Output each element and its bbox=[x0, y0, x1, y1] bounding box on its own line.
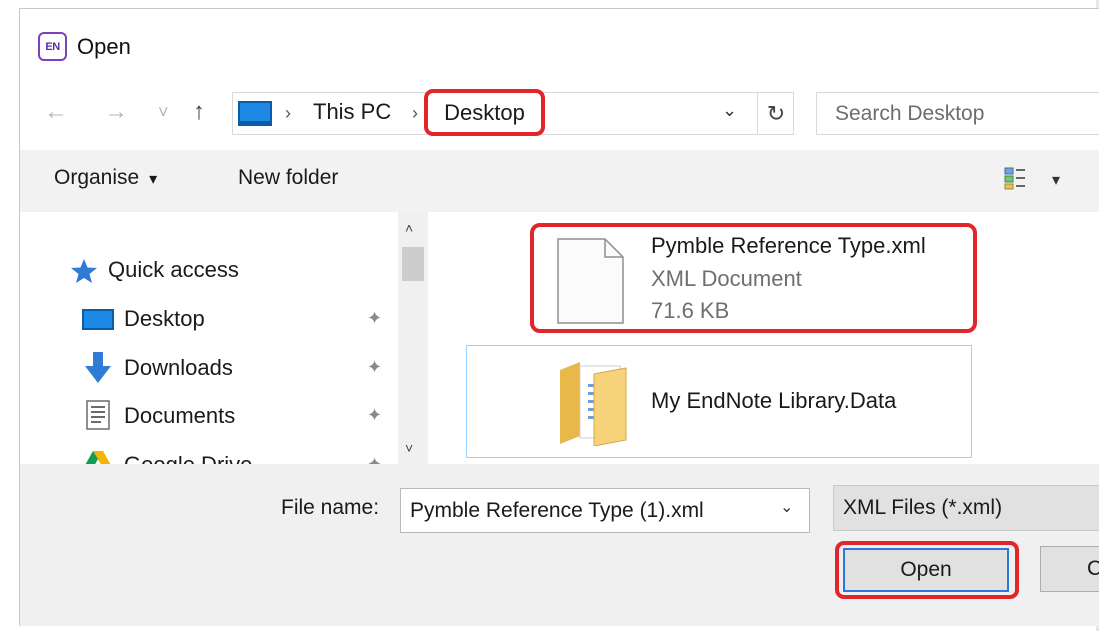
desktop-icon bbox=[82, 309, 114, 330]
folder-name: My EndNote Library.Data bbox=[651, 388, 897, 413]
breadcrumb-desktop[interactable]: Desktop bbox=[424, 89, 545, 136]
recent-locations-icon[interactable]: ˅ bbox=[158, 98, 169, 126]
command-bar bbox=[20, 150, 1099, 212]
this-pc-icon bbox=[238, 101, 272, 126]
navigation-pane[interactable]: Quick access Desktop ✦ Downloads ✦ Docum… bbox=[20, 212, 398, 464]
cancel-button[interactable]: Cancel bbox=[1040, 546, 1099, 592]
documents-icon bbox=[86, 400, 110, 430]
sidebar-item-quick-access[interactable]: Quick access bbox=[108, 257, 239, 283]
file-name: Pymble Reference Type.xml bbox=[651, 233, 926, 258]
pin-icon[interactable]: ✦ bbox=[367, 454, 382, 464]
sidebar-item-downloads[interactable]: Downloads bbox=[124, 355, 233, 381]
organise-label: Organise bbox=[54, 166, 140, 189]
view-dropdown-icon[interactable]: ▾ bbox=[1052, 170, 1060, 190]
forward-arrow-icon[interactable]: → bbox=[104, 98, 128, 126]
star-icon bbox=[71, 259, 97, 283]
breadcrumb-this-pc[interactable]: This PC bbox=[313, 99, 391, 125]
file-name-dropdown-icon[interactable]: ⌄ bbox=[780, 497, 793, 517]
document-icon bbox=[557, 238, 624, 324]
download-icon bbox=[85, 352, 111, 383]
breadcrumb-desktop-label: Desktop bbox=[444, 99, 525, 125]
open-button[interactable]: Open bbox=[843, 548, 1009, 592]
breadcrumb-separator: › bbox=[412, 103, 418, 123]
endnote-app-icon: EN bbox=[38, 32, 67, 61]
address-dropdown-icon[interactable]: ⌄ bbox=[722, 100, 737, 121]
nav-scroll-thumb[interactable] bbox=[402, 247, 424, 281]
refresh-icon: ↻ bbox=[766, 100, 786, 126]
pin-icon[interactable]: ✦ bbox=[367, 405, 382, 426]
breadcrumb-separator: › bbox=[285, 103, 291, 123]
new-folder-button[interactable]: New folder bbox=[238, 166, 338, 190]
sidebar-item-desktop[interactable]: Desktop bbox=[124, 306, 205, 332]
refresh-button[interactable]: ↻ bbox=[757, 93, 794, 134]
file-size: 71.6 KB bbox=[651, 298, 730, 323]
organise-button[interactable]: Organise ▾ bbox=[54, 166, 157, 190]
file-type: XML Document bbox=[651, 266, 802, 291]
organise-caret-icon: ▾ bbox=[149, 171, 158, 188]
window-title: Open bbox=[77, 34, 131, 59]
back-arrow-icon[interactable]: ← bbox=[44, 98, 68, 126]
google-drive-icon bbox=[85, 451, 111, 464]
scroll-down-icon[interactable]: ˅ bbox=[405, 440, 413, 456]
pin-icon[interactable]: ✦ bbox=[367, 308, 382, 329]
file-type-select[interactable]: XML Files (*.xml) bbox=[833, 485, 1099, 531]
sidebar-item-google-drive[interactable]: Google Drive bbox=[124, 452, 252, 464]
view-options-icon[interactable] bbox=[1004, 166, 1026, 190]
file-name-label: File name: bbox=[281, 496, 380, 519]
sidebar-item-documents[interactable]: Documents bbox=[124, 403, 235, 429]
file-name-input[interactable]: Pymble Reference Type (1).xml bbox=[400, 488, 810, 533]
folder-icon bbox=[560, 362, 627, 446]
search-input[interactable]: Search Desktop bbox=[816, 92, 1099, 135]
scroll-up-icon[interactable]: ˄ bbox=[405, 220, 413, 236]
up-arrow-icon[interactable]: ↑ bbox=[193, 98, 205, 126]
pin-icon[interactable]: ✦ bbox=[367, 357, 382, 378]
